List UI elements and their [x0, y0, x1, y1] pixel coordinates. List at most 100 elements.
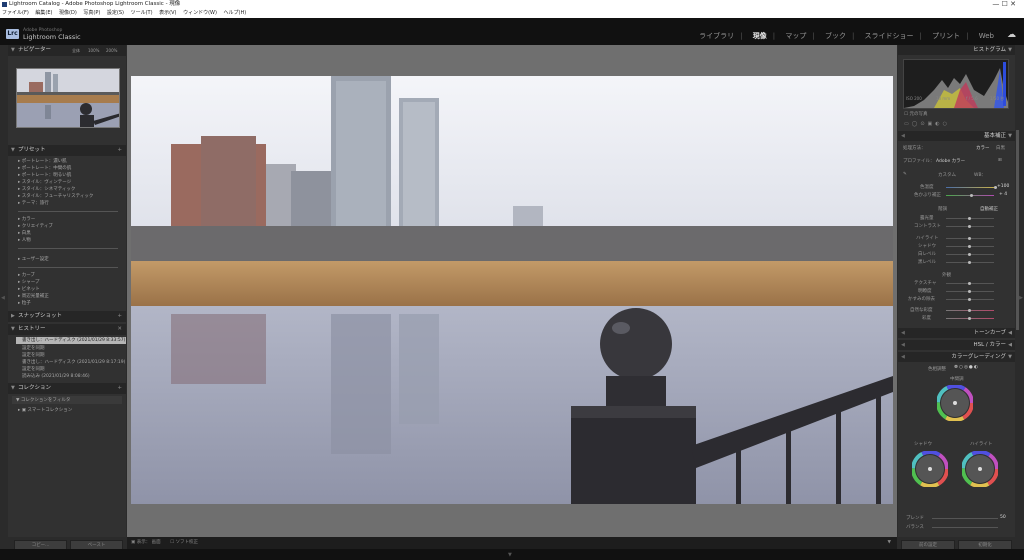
auto-button[interactable]: 自動補正: [980, 206, 998, 212]
basic-header[interactable]: ◀ 基本補正 ▼: [898, 131, 1015, 141]
shadows-wheel[interactable]: [912, 451, 948, 487]
add-collection-icon[interactable]: +: [117, 383, 122, 394]
history-item[interactable]: 読み込み (2021/01/29 8:08:46): [22, 373, 90, 379]
filmstrip-toggle-icon[interactable]: ▼: [508, 552, 512, 558]
main-photo[interactable]: [131, 76, 893, 504]
blending-value[interactable]: 50: [1000, 515, 1006, 520]
preset-folder[interactable]: ▸ クリエイティブ: [18, 223, 53, 229]
balance-slider[interactable]: [932, 527, 998, 528]
zoom-100[interactable]: 100%: [88, 45, 99, 56]
right-panel-toggle-icon[interactable]: ▶: [1019, 295, 1023, 301]
clear-history-icon[interactable]: ✕: [117, 324, 122, 335]
module-book[interactable]: ブック: [825, 32, 846, 40]
menu-photo[interactable]: 写真(P): [83, 10, 100, 16]
module-develop[interactable]: 現像: [753, 32, 767, 40]
dehaze-knob[interactable]: [968, 298, 971, 301]
colorgrading-header[interactable]: ◀ カラーグレーディング ▼: [898, 352, 1015, 362]
tonecurve-header[interactable]: ◀ トーンカーブ ◀: [898, 328, 1015, 338]
window-controls[interactable]: — ☐ ✕: [992, 0, 1016, 9]
preset-folder[interactable]: ▸ スタイル：ヴィンテージ: [18, 179, 71, 185]
history-item[interactable]: 設定を同期: [22, 352, 45, 358]
module-web[interactable]: Web: [979, 32, 994, 40]
tint-knob[interactable]: [970, 194, 973, 197]
menu-edit[interactable]: 編集(E): [35, 10, 52, 16]
preset-folder[interactable]: ▸ 白黒: [18, 230, 31, 236]
menu-help[interactable]: ヘルプ(H): [224, 10, 247, 16]
vibrance-knob[interactable]: [968, 309, 971, 312]
blacks-knob[interactable]: [968, 261, 971, 264]
hsl-header[interactable]: ◀ HSL / カラー ◀: [898, 340, 1015, 350]
preset-folder[interactable]: ▸ カラー: [18, 216, 35, 222]
snapshots-header[interactable]: ▶ スナップショット +: [8, 311, 126, 322]
view-mode[interactable]: 画面: [152, 540, 161, 545]
navigator-thumbnail[interactable]: [16, 68, 120, 128]
presets-header[interactable]: ▼ プリセット +: [8, 145, 126, 156]
toolbar-menu-icon[interactable]: ▼: [888, 537, 891, 549]
menu-tools[interactable]: ツール(T): [131, 10, 153, 16]
cloud-icon[interactable]: ☁: [1007, 30, 1016, 40]
preset-folder[interactable]: ▸ スタイル：シネマティック: [18, 186, 75, 192]
temp-value[interactable]: +100: [997, 184, 1009, 189]
zoom-fit[interactable]: 全体: [72, 45, 80, 56]
menu-window[interactable]: ウィンドウ(W): [183, 10, 217, 16]
collection-filter[interactable]: ▼ コレクションをフィルタ: [12, 396, 122, 404]
temp-knob[interactable]: [994, 186, 997, 189]
preset-folder[interactable]: ▸ 粒子: [18, 300, 31, 306]
profile-dropdown[interactable]: Adobe カラー: [936, 158, 965, 164]
histogram-header[interactable]: ヒストグラム ▼: [898, 45, 1015, 55]
add-snapshot-icon[interactable]: +: [117, 311, 122, 322]
preset-folder[interactable]: ▸ カーブ: [18, 272, 35, 278]
preset-folder[interactable]: ▸ ユーザー設定: [18, 256, 49, 262]
tool-strip[interactable]: ▭◯⊙▣◐○: [904, 121, 950, 127]
saturation-knob[interactable]: [968, 317, 971, 320]
treatment-color[interactable]: カラー: [976, 145, 990, 151]
eyedropper-icon[interactable]: ✎: [903, 172, 907, 177]
midtones-wheel[interactable]: [937, 385, 973, 421]
module-slideshow[interactable]: スライドショー: [865, 32, 914, 40]
preset-folder[interactable]: ▸ テーマ：旅行: [18, 200, 49, 206]
history-header[interactable]: ▼ ヒストリー ✕: [8, 324, 126, 335]
menu-file[interactable]: ファイル(F): [2, 10, 29, 16]
menu-view[interactable]: 表示(V): [159, 10, 176, 16]
texture-knob[interactable]: [968, 282, 971, 285]
clarity-knob[interactable]: [968, 290, 971, 293]
menu-develop[interactable]: 現像(D): [59, 10, 77, 16]
right-panel-scrollbar[interactable]: [1016, 130, 1019, 330]
contrast-knob[interactable]: [968, 225, 971, 228]
navigator-header[interactable]: ▼ ナビゲーター 全体 100% 200%: [8, 45, 126, 56]
module-print[interactable]: プリント: [932, 32, 960, 40]
histogram[interactable]: ISO 200 18 mm f / 5.6 1/50 秒: [903, 59, 1009, 109]
view-mode-icon[interactable]: ▣: [131, 540, 135, 545]
preset-folder[interactable]: ▸ ポートレート：明るい肌: [18, 172, 71, 178]
history-item[interactable]: 書き出し：ハードディスク (2021/01/29 8:33:57): [16, 337, 126, 344]
collections-header[interactable]: ▼ コレクション +: [8, 383, 126, 394]
smart-collection-item[interactable]: ▸ ▣ スマートコレクション: [18, 407, 72, 413]
preset-folder[interactable]: ▸ シャープ: [18, 279, 39, 285]
module-library[interactable]: ライブラリ: [699, 32, 734, 40]
whites-knob[interactable]: [968, 253, 971, 256]
preset-folder[interactable]: ▸ 人物: [18, 237, 31, 243]
highlights-knob[interactable]: [968, 237, 971, 240]
preset-folder[interactable]: ▸ ポートレート：中間の肌: [18, 165, 71, 171]
blending-slider[interactable]: [932, 518, 998, 519]
left-panel-toggle-icon[interactable]: ◀: [1, 295, 5, 301]
highlights-wheel[interactable]: [962, 451, 998, 487]
history-item[interactable]: 書き出し：ハードディスク (2021/01/29 8:17:19): [22, 359, 125, 365]
original-photo-checkbox[interactable]: ☐ 元の写真: [904, 111, 927, 117]
history-item[interactable]: 設定を同期: [22, 366, 45, 372]
temp-slider[interactable]: [946, 187, 994, 188]
profile-browser-icon[interactable]: ⊞: [998, 158, 1002, 163]
preset-folder[interactable]: ▸ ポートレート：濃い肌: [18, 158, 67, 164]
softproof-checkbox[interactable]: ☐: [170, 540, 174, 545]
preset-folder[interactable]: ▸ 周辺光量補正: [18, 293, 49, 299]
preset-folder[interactable]: ▸ スタイル：フューチャリスティック: [18, 193, 93, 199]
history-item[interactable]: 設定を同期: [22, 345, 45, 351]
grading-mode-icons[interactable]: ☸○◎●◐: [954, 365, 979, 370]
preset-folder[interactable]: ▸ ビネット: [18, 286, 40, 292]
zoom-200[interactable]: 200%: [106, 45, 117, 56]
shadows-knob[interactable]: [968, 245, 971, 248]
menu-settings[interactable]: 設定(S): [107, 10, 124, 16]
exposure-knob[interactable]: [968, 217, 971, 220]
module-map[interactable]: マップ: [785, 32, 806, 40]
treatment-bw[interactable]: 白黒: [996, 145, 1005, 151]
